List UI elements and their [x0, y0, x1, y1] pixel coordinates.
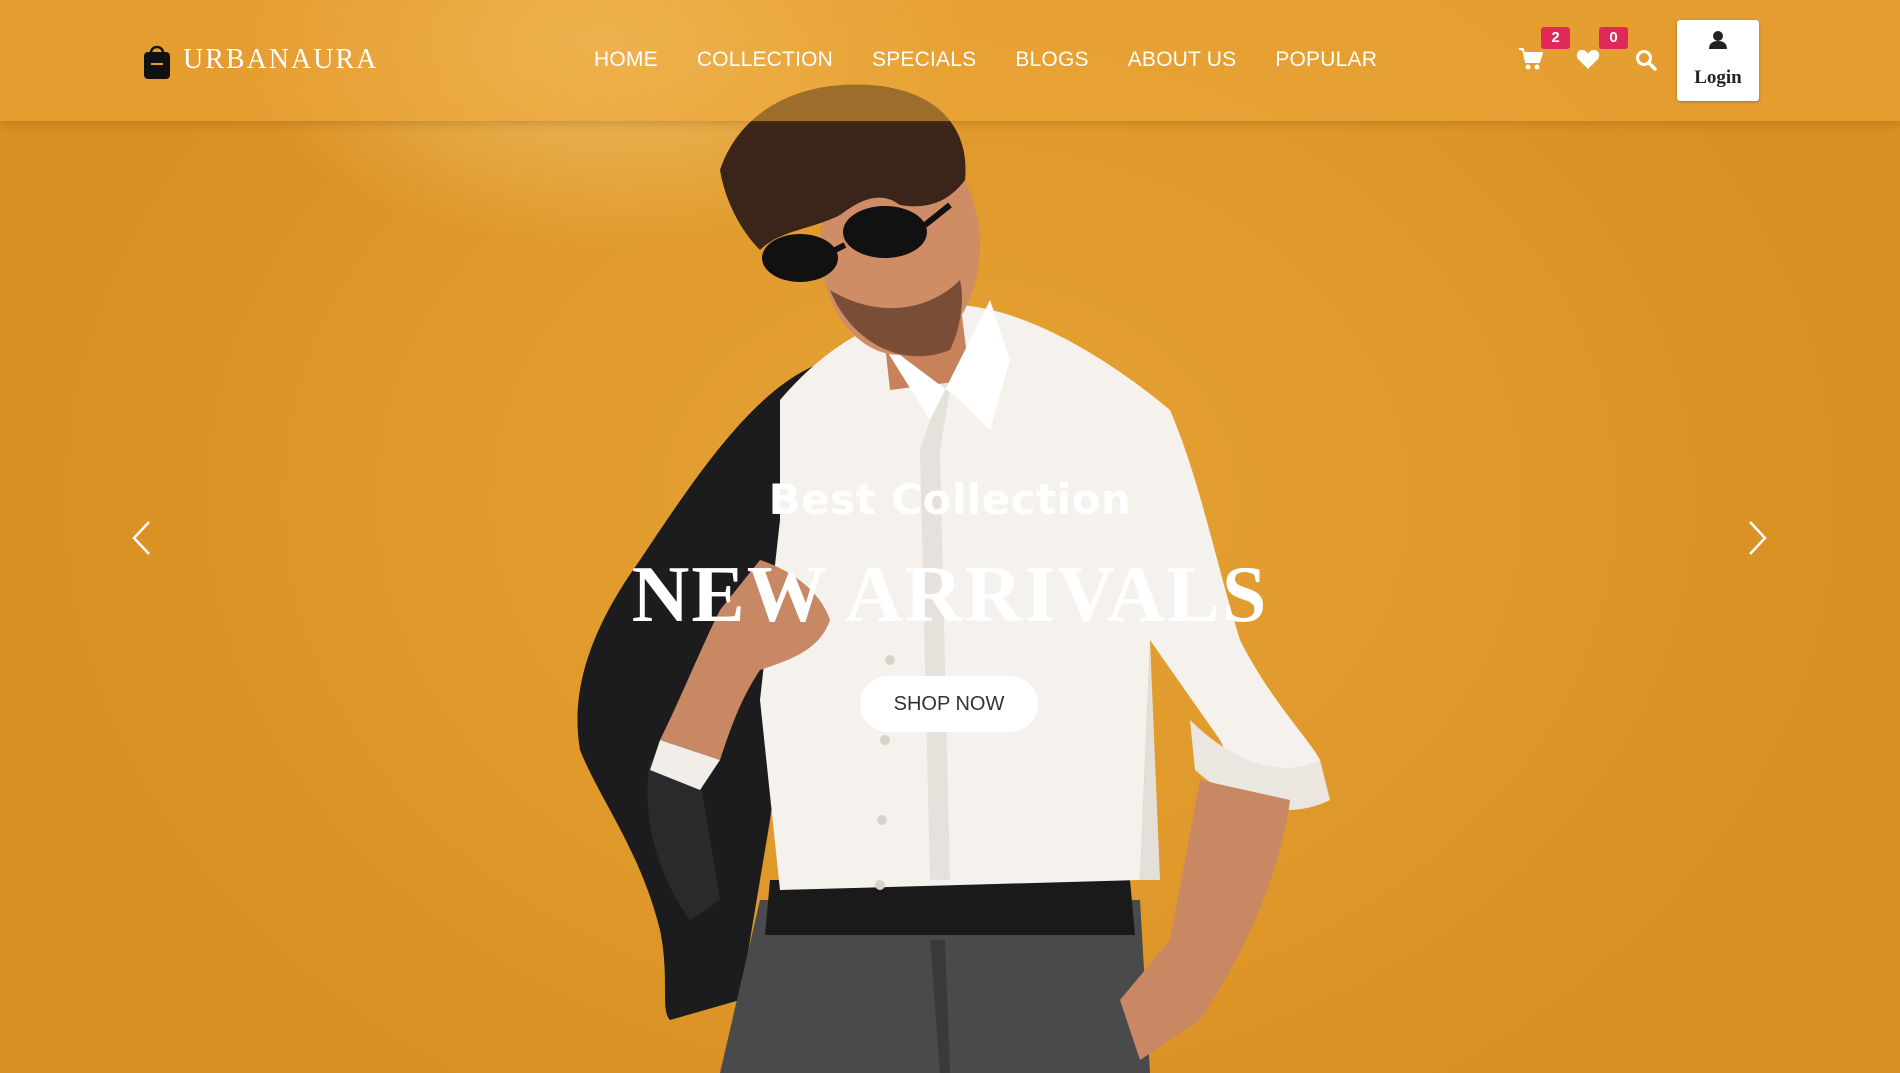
nav-item-blogs[interactable]: BLOGS	[1015, 48, 1088, 72]
brand-name: URBANAURA	[183, 44, 379, 75]
cart-icon	[1519, 48, 1543, 70]
hero-title: NEW ARRIVALS	[631, 551, 1269, 639]
brand-logo[interactable]: URBANAURA	[143, 41, 378, 79]
search-button[interactable]	[1635, 49, 1657, 71]
cart-count-badge: 2	[1541, 27, 1570, 49]
wishlist-count-badge: 0	[1599, 27, 1628, 49]
hero-subtitle: Best Collection	[768, 475, 1132, 524]
nav-item-about-us[interactable]: ABOUT US	[1128, 48, 1237, 72]
nav-item-specials[interactable]: SPECIALS	[872, 48, 976, 72]
site-header: URBANAURA HOME COLLECTION SPECIALS BLOGS…	[0, 0, 1900, 121]
search-icon	[1636, 50, 1657, 71]
shopping-bag-icon	[144, 45, 170, 79]
main-nav: HOME COLLECTION SPECIALS BLOGS ABOUT US …	[594, 48, 1416, 72]
nav-item-home[interactable]: HOME	[594, 48, 658, 72]
hero-model-image	[577, 84, 1330, 1073]
nav-item-popular[interactable]: POPULAR	[1275, 48, 1377, 72]
login-label: Login	[1694, 67, 1742, 88]
nav-item-collection[interactable]: COLLECTION	[697, 48, 833, 72]
user-icon	[1709, 31, 1727, 49]
cart-button[interactable]	[1518, 46, 1544, 72]
hero-banner: URBANAURA HOME COLLECTION SPECIALS BLOGS…	[0, 0, 1900, 1073]
wishlist-button[interactable]	[1576, 48, 1600, 70]
login-button[interactable]: Login	[1677, 20, 1759, 101]
shop-now-button[interactable]: SHOP NOW	[860, 676, 1038, 732]
heart-icon	[1576, 49, 1600, 69]
